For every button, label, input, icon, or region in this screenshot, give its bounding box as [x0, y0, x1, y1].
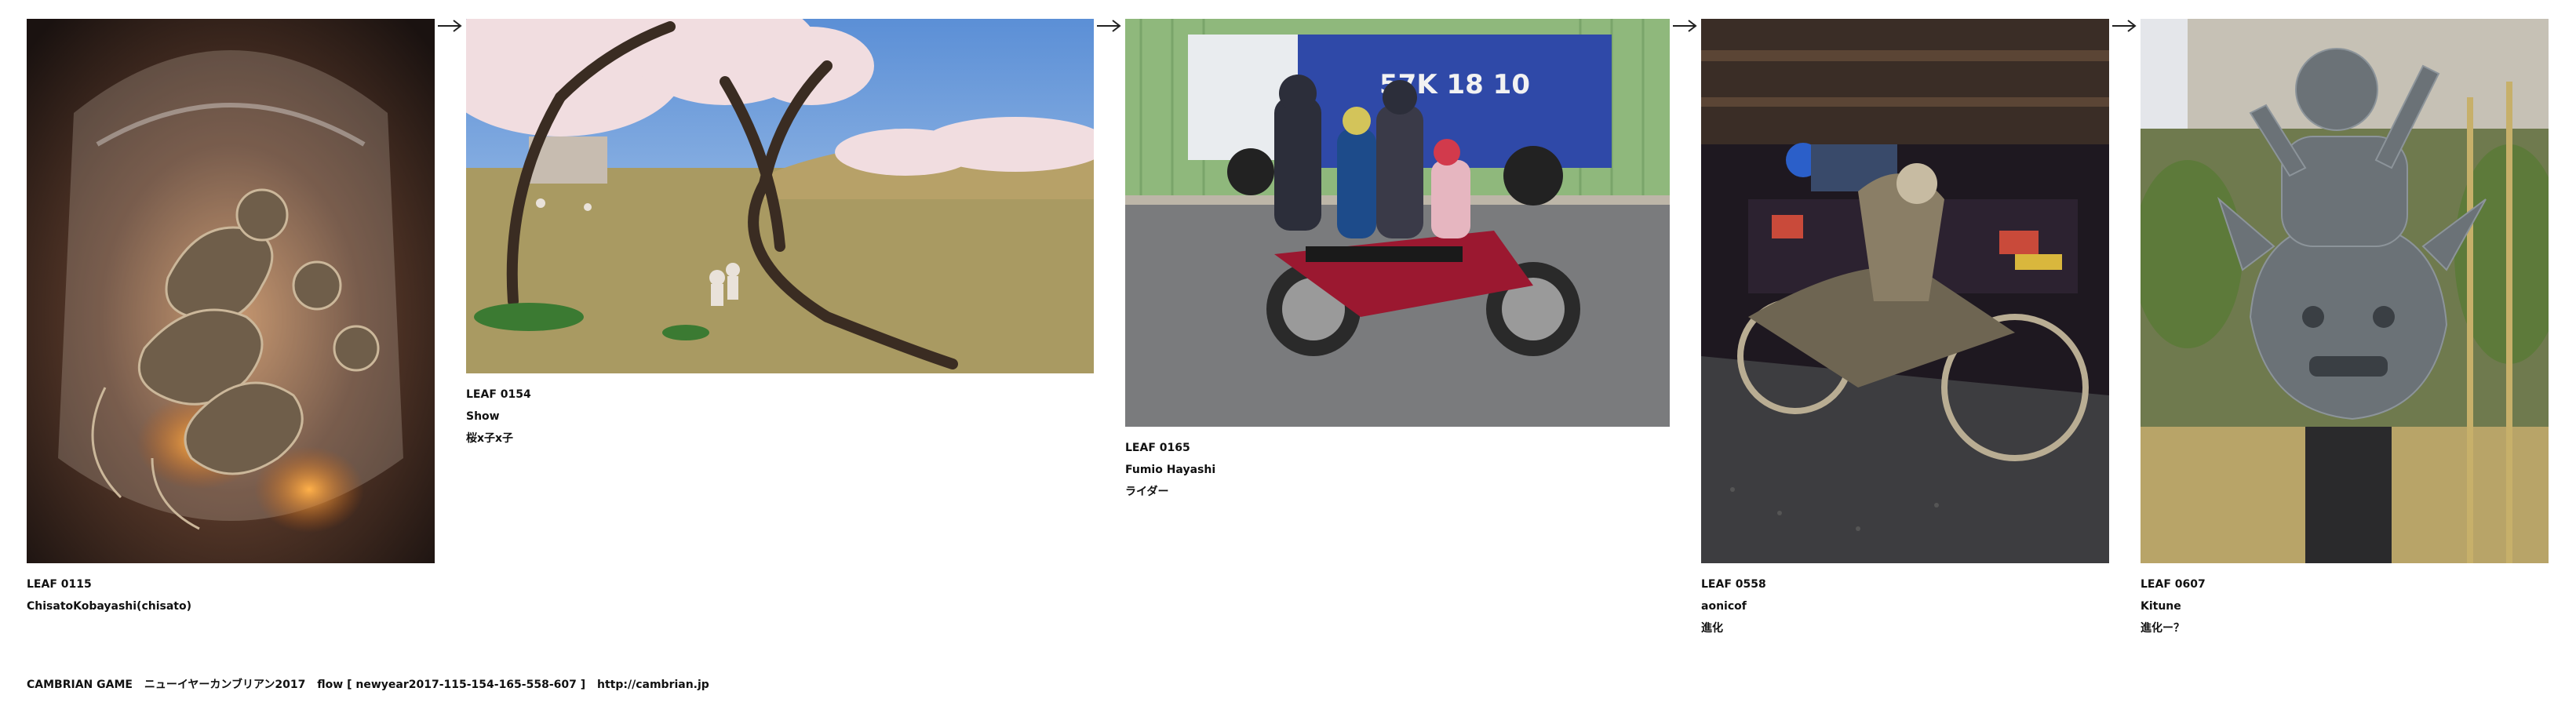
flow-page: LEAF 0115 ChisatoKobayashi(chisato) LEAF… [0, 0, 2576, 706]
leaf-title: 進化 [1701, 622, 1723, 635]
leaf-number: LEAF 0558 [1701, 578, 1766, 591]
bronze-statue-photo[interactable] [2141, 19, 2549, 563]
event-name: ニューイヤーカンブリアン2017 [144, 679, 306, 691]
flow-footer: CAMBRIAN GAME ニューイヤーカンブリアン2017 flow [ ne… [27, 676, 717, 692]
skeleton-motorcycle-photo[interactable] [1701, 19, 2109, 563]
cherry-blossom-park-photo[interactable] [466, 19, 1094, 373]
flow-id: flow [ newyear2017-115-154-165-558-607 ] [317, 679, 586, 691]
leaf-title: 桜x子x子 [466, 432, 514, 445]
leaf-card[interactable]: LEAF 0607 Kitune 進化ー？ [2141, 19, 2549, 639]
leaf-number: LEAF 0115 [27, 578, 92, 591]
leaf-card[interactable]: LEAF 0154 Show 桜x子x子 [466, 19, 1094, 449]
leaf-author[interactable]: Show [466, 406, 1094, 428]
leaf-card[interactable]: 57K 18 10 LEAF 0165 Fumio Hayashi ライダー [1125, 19, 1670, 503]
leaf-author[interactable]: aonicof [1701, 595, 2109, 617]
leaf-author[interactable]: Kitune [2141, 595, 2549, 617]
right-arrow-icon [438, 20, 462, 32]
right-arrow-icon [1097, 20, 1121, 32]
leaf-number: LEAF 0154 [466, 388, 531, 401]
leaf-card[interactable]: LEAF 0558 aonicof 進化 [1701, 19, 2109, 639]
right-arrow-icon [1673, 20, 1697, 32]
site-link[interactable]: http://cambrian.jp [597, 679, 709, 691]
game-name: CAMBRIAN GAME [27, 679, 133, 691]
family-on-motorbike-photo[interactable]: 57K 18 10 [1125, 19, 1670, 427]
leaf-author[interactable]: Fumio Hayashi [1125, 459, 1670, 481]
right-arrow-icon [2112, 20, 2137, 32]
leaf-title: ライダー [1125, 486, 1169, 498]
leaf-number: LEAF 0607 [2141, 578, 2206, 591]
leaf-title: 進化ー？ [2141, 622, 2184, 635]
leaf-card[interactable]: LEAF 0115 ChisatoKobayashi(chisato) [27, 19, 435, 617]
glass-bottle-monkeys-photo[interactable] [27, 19, 435, 563]
leaf-author[interactable]: ChisatoKobayashi(chisato) [27, 595, 435, 617]
leaf-number: LEAF 0165 [1125, 442, 1190, 454]
